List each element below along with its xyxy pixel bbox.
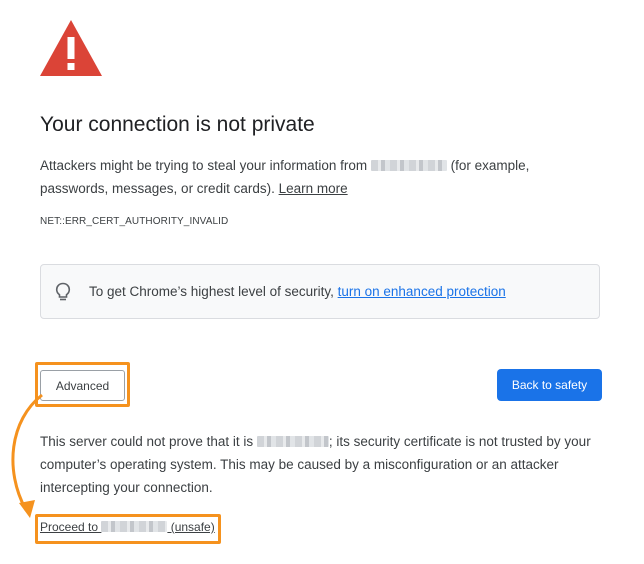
certificate-details: This server could not prove that it is ;… [40, 430, 600, 499]
advanced-button[interactable]: Advanced [40, 370, 125, 401]
warning-icon [40, 20, 102, 76]
proceed-text-end: (unsafe) [167, 520, 215, 534]
page-title: Your connection is not private [40, 113, 315, 136]
error-code: NET::ERR_CERT_AUTHORITY_INVALID [40, 216, 229, 227]
proceed-text-start: Proceed to [40, 520, 102, 534]
warning-description: Attackers might be trying to steal your … [40, 154, 580, 200]
promo-text: To get Chrome’s highest level of securit… [89, 284, 338, 299]
learn-more-link[interactable]: Learn more [279, 181, 348, 196]
redacted-hostname [370, 160, 447, 171]
redacted-hostname [101, 521, 168, 532]
redacted-hostname [256, 436, 329, 447]
enhanced-protection-banner: To get Chrome’s highest level of securit… [40, 264, 600, 319]
back-to-safety-button[interactable]: Back to safety [497, 369, 602, 401]
proceed-unsafe-link[interactable]: Proceed to (unsafe) [40, 520, 215, 534]
enhanced-protection-link[interactable]: turn on enhanced protection [338, 284, 506, 299]
lightbulb-icon [55, 282, 71, 300]
details-text-start: This server could not prove that it is [40, 434, 257, 449]
description-text-start: Attackers might be trying to steal your … [40, 158, 371, 173]
promo-message: To get Chrome’s highest level of securit… [89, 284, 506, 299]
